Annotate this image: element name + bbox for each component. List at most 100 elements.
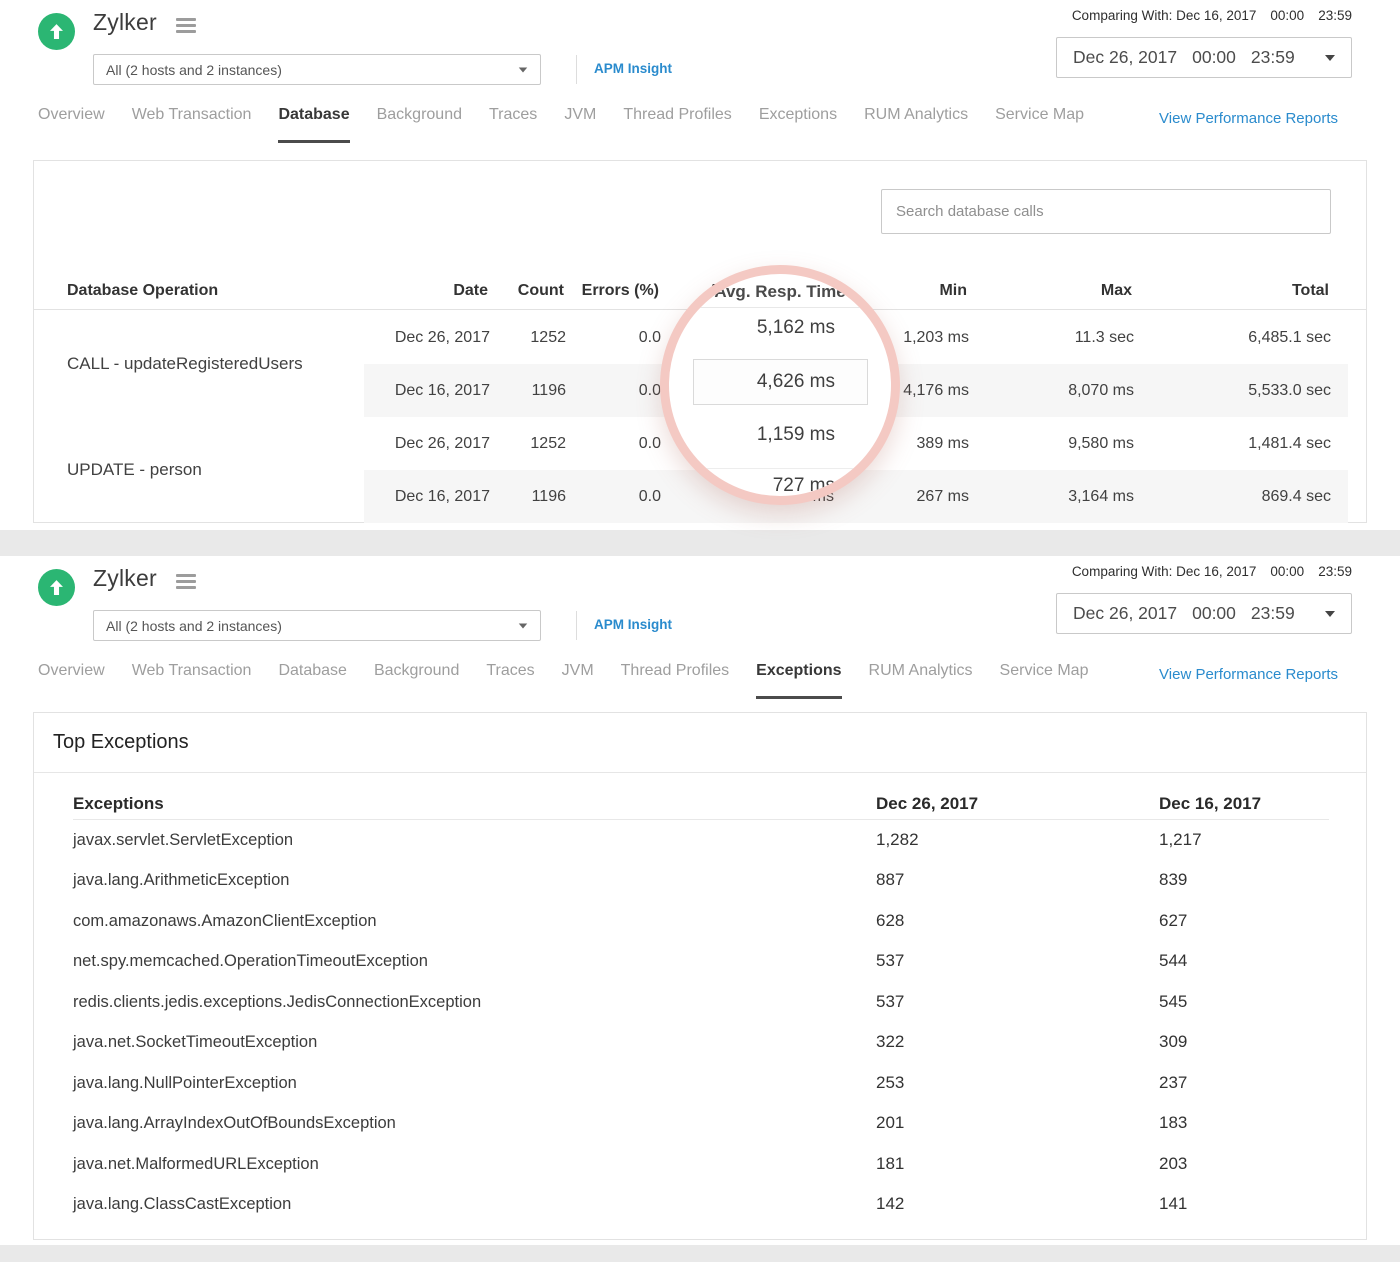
exceptions-header-row: Exceptions Dec 26, 2017 Dec 16, 2017: [73, 787, 1329, 820]
col-count: Count: [517, 282, 564, 299]
cell-errors: 0.0: [638, 488, 661, 505]
tab-background[interactable]: Background: [377, 106, 462, 143]
date-range-selector[interactable]: Dec 26, 2017 00:00 23:59: [1056, 37, 1352, 78]
top-exceptions-card: Top Exceptions Exceptions Dec 26, 2017 D…: [33, 712, 1367, 1240]
tab-web-transaction[interactable]: Web Transaction: [132, 662, 252, 699]
exception-row[interactable]: java.lang.ArrayIndexOutOfBoundsException…: [73, 1103, 1329, 1143]
exception-row[interactable]: java.net.SocketTimeoutException 322 309: [73, 1022, 1329, 1062]
tab-service-map[interactable]: Service Map: [1000, 662, 1089, 699]
cell-max: 8,070 ms: [1068, 382, 1134, 399]
exception-count-compare: 839: [1159, 870, 1188, 889]
exception-name: javax.servlet.ServletException: [73, 831, 294, 849]
tab-bar: Overview Web Transaction Database Backgr…: [38, 662, 1088, 699]
view-performance-reports-link[interactable]: View Performance Reports: [1159, 666, 1338, 683]
apm-insight-link[interactable]: APM Insight: [594, 617, 672, 632]
tab-web-transaction[interactable]: Web Transaction: [132, 106, 252, 143]
col-min: Min: [939, 282, 967, 299]
exception-count-compare: 203: [1159, 1154, 1188, 1173]
app-logo-icon: [38, 13, 75, 50]
menu-icon[interactable]: [176, 574, 196, 592]
exception-row[interactable]: java.lang.ClassCastException 142 141: [73, 1184, 1329, 1224]
database-table-card: Database Operation Date Count Errors (%)…: [33, 160, 1367, 523]
exception-row[interactable]: java.lang.ArithmeticException 887 839: [73, 860, 1329, 900]
exception-name: java.lang.ArithmeticException: [73, 871, 290, 889]
exception-row[interactable]: com.amazonaws.AmazonClientException 628 …: [73, 901, 1329, 941]
chevron-down-icon: [1325, 54, 1335, 61]
col-total: Total: [1291, 282, 1329, 299]
divider: [576, 611, 577, 640]
tab-bar: Overview Web Transaction Database Backgr…: [38, 106, 1084, 143]
col-date: Date: [453, 282, 488, 299]
host-selector-dropdown[interactable]: All (2 hosts and 2 instances): [93, 610, 541, 641]
app-title: Zylker: [93, 565, 157, 591]
tab-background[interactable]: Background: [374, 662, 459, 699]
exception-count-current: 142: [876, 1194, 905, 1213]
tab-thread-profiles[interactable]: Thread Profiles: [621, 662, 730, 699]
cell-min: 267 ms: [916, 488, 969, 505]
table-row[interactable]: Dec 16, 2017 1196 0.0 727 ms 267 ms 3,16…: [364, 470, 1348, 523]
cell-min: 1,203 ms: [903, 329, 969, 346]
card-title: Top Exceptions: [53, 731, 189, 753]
exception-count-current: 1,282: [876, 830, 919, 849]
menu-icon[interactable]: [176, 18, 196, 36]
tab-jvm[interactable]: JVM: [564, 106, 596, 143]
exception-row[interactable]: redis.clients.jedis.exceptions.JedisConn…: [73, 982, 1329, 1022]
exception-row[interactable]: net.spy.memcached.OperationTimeoutExcept…: [73, 941, 1329, 981]
col-max: Max: [1100, 282, 1132, 299]
host-selector-dropdown[interactable]: All (2 hosts and 2 instances): [93, 54, 541, 85]
tab-traces[interactable]: Traces: [486, 662, 534, 699]
comparing-with-label: Comparing With: Dec 16, 2017 00:00 23:59: [1072, 8, 1352, 23]
exception-count-compare: 1,217: [1159, 830, 1202, 849]
divider: [576, 55, 577, 84]
exception-name: net.spy.memcached.OperationTimeoutExcept…: [73, 952, 428, 970]
tab-thread-profiles[interactable]: Thread Profiles: [623, 106, 732, 143]
tab-traces[interactable]: Traces: [489, 106, 537, 143]
tab-service-map[interactable]: Service Map: [995, 106, 1084, 143]
exception-row[interactable]: javax.servlet.ServletException 1,282 1,2…: [73, 820, 1329, 860]
tab-database[interactable]: Database: [278, 662, 347, 699]
cell-count: 1196: [531, 488, 566, 505]
exception-count-current: 253: [876, 1073, 905, 1092]
exception-name: java.lang.ArrayIndexOutOfBoundsException: [73, 1114, 396, 1132]
chevron-down-icon: [1325, 610, 1335, 617]
cell-count: 1252: [530, 329, 566, 346]
range-start-time: 00:00: [1192, 603, 1236, 623]
tab-overview[interactable]: Overview: [38, 106, 105, 143]
cell-total: 1,481.4 sec: [1248, 435, 1331, 452]
comparing-date: Comparing With: Dec 16, 2017: [1071, 8, 1257, 23]
comparing-start-time: 00:00: [1270, 8, 1305, 23]
db-operation-name[interactable]: CALL - updateRegisteredUsers: [67, 354, 303, 374]
app-title: Zylker: [93, 9, 157, 35]
search-input[interactable]: [881, 189, 1331, 234]
cell-max: 11.3 sec: [1074, 329, 1134, 346]
tab-rum-analytics[interactable]: RUM Analytics: [864, 106, 968, 143]
exception-count-compare: 627: [1159, 911, 1188, 930]
database-section: Zylker Comparing With: Dec 16, 2017 00:00…: [0, 0, 1400, 530]
exception-name: com.amazonaws.AmazonClientException: [73, 912, 377, 930]
db-operation-name[interactable]: UPDATE - person: [67, 460, 202, 480]
divider: [34, 772, 1366, 773]
tab-rum-analytics[interactable]: RUM Analytics: [869, 662, 973, 699]
cell-date: Dec 16, 2017: [394, 382, 490, 399]
col-dec-16: Dec 16, 2017: [1159, 794, 1262, 813]
screenshot-canvas: Zylker Comparing With: Dec 16, 2017 00:00…: [0, 0, 1400, 1262]
exception-count-current: 628: [876, 911, 905, 930]
exception-row[interactable]: java.net.MalformedURLException 181 203: [73, 1144, 1329, 1184]
date-range-selector[interactable]: Dec 26, 2017 00:00 23:59: [1056, 593, 1352, 634]
app-logo-icon: [38, 569, 75, 606]
cell-date: Dec 26, 2017: [394, 329, 490, 346]
tab-overview[interactable]: Overview: [38, 662, 105, 699]
exception-row[interactable]: java.lang.NullPointerException 253 237: [73, 1063, 1329, 1103]
section-divider: [0, 530, 1400, 556]
tab-exceptions[interactable]: Exceptions: [759, 106, 837, 143]
view-performance-reports-link[interactable]: View Performance Reports: [1159, 110, 1338, 127]
apm-insight-link[interactable]: APM Insight: [594, 61, 672, 76]
magnifier-column-title: Avg. Resp. Time: [669, 276, 891, 308]
tab-exceptions[interactable]: Exceptions: [756, 662, 842, 699]
comparing-date: Comparing With: Dec 16, 2017: [1071, 564, 1257, 579]
tab-database[interactable]: Database: [278, 106, 350, 143]
cell-errors: 0.0: [638, 435, 661, 452]
chevron-down-icon: [518, 66, 528, 73]
cell-max: 9,580 ms: [1068, 435, 1134, 452]
tab-jvm[interactable]: JVM: [562, 662, 594, 699]
